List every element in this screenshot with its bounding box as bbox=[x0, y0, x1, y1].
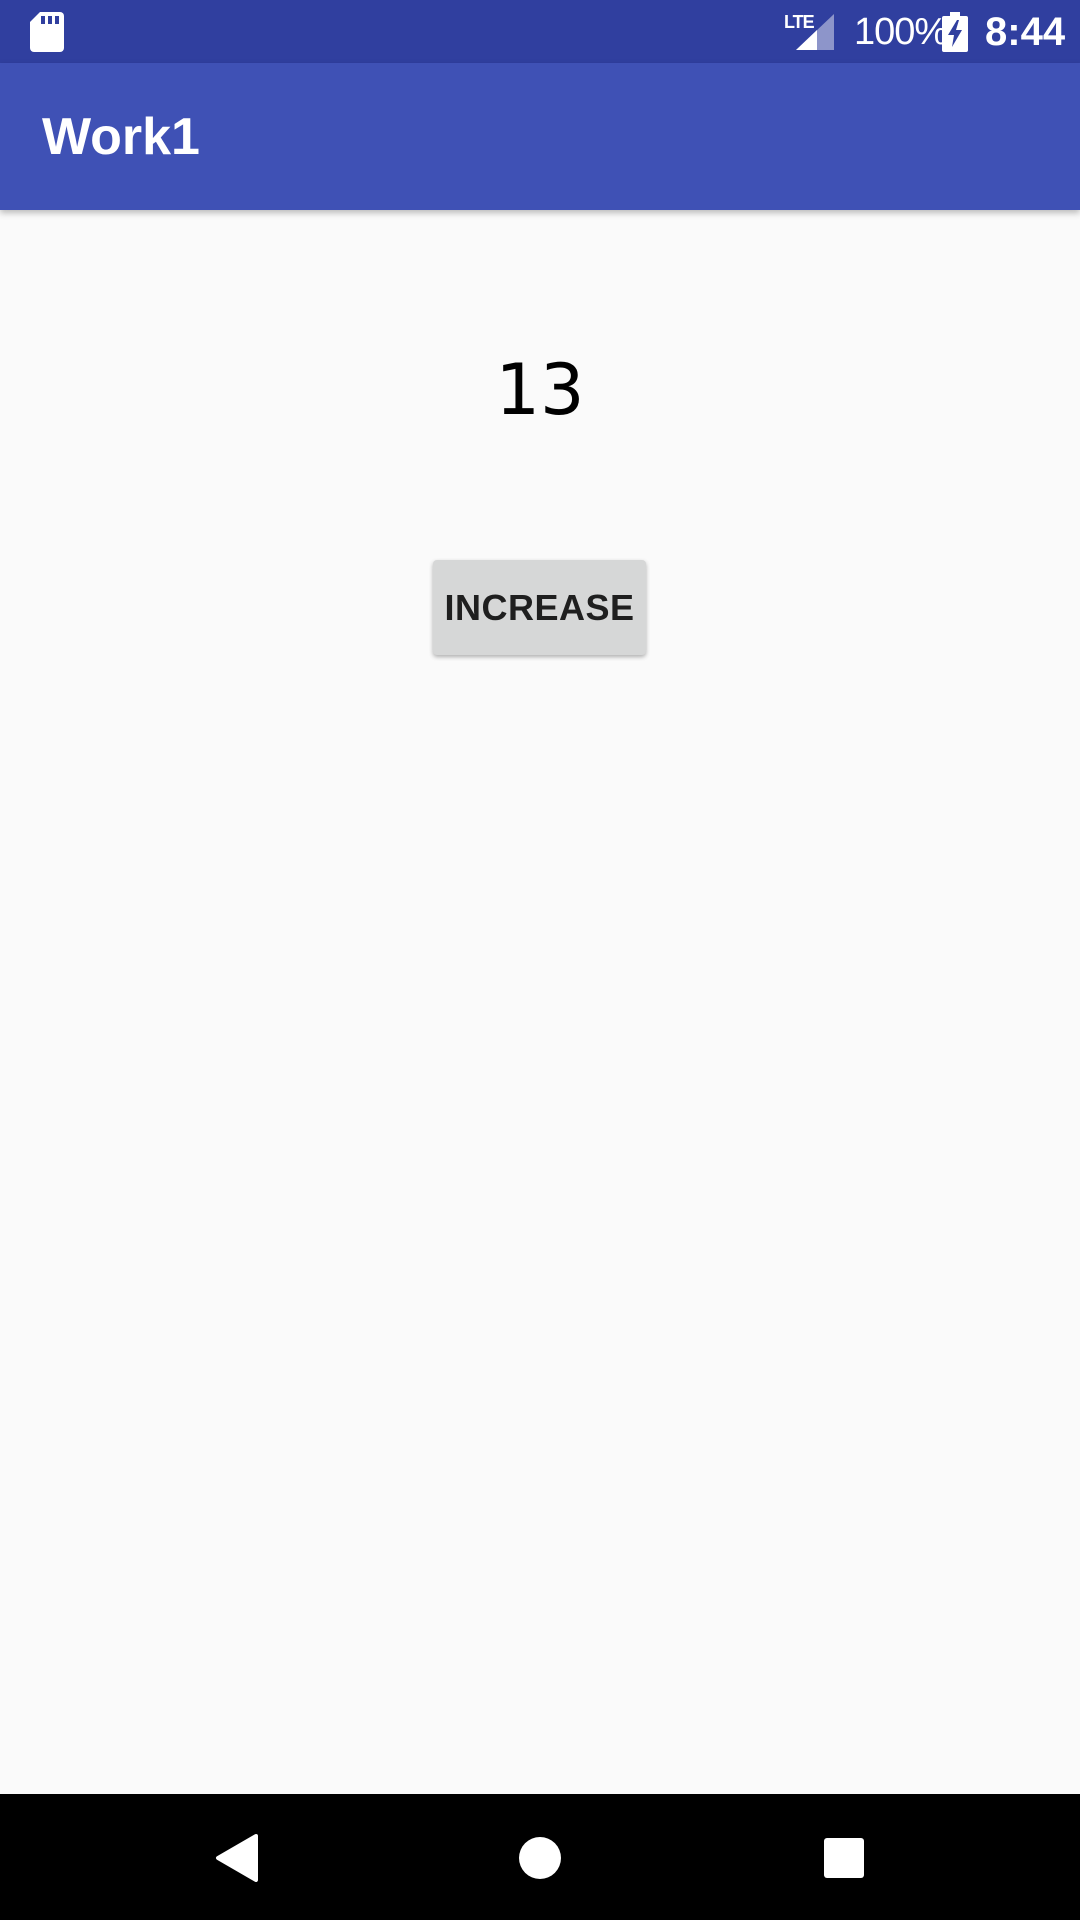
sd-card-icon bbox=[30, 12, 64, 52]
app-bar: Work1 bbox=[0, 63, 1080, 210]
signal-icon bbox=[796, 14, 834, 50]
app-title: Work1 bbox=[42, 108, 200, 166]
navigation-bar bbox=[0, 1794, 1080, 1920]
recent-apps-icon[interactable] bbox=[823, 1837, 865, 1879]
home-icon[interactable] bbox=[518, 1836, 562, 1880]
battery-charging-icon bbox=[942, 12, 968, 52]
back-icon[interactable] bbox=[214, 1834, 260, 1882]
status-bar: LTE 100% 8:44 bbox=[0, 0, 1080, 63]
clock: 8:44 bbox=[985, 10, 1066, 54]
battery-percent: 100% bbox=[854, 11, 948, 53]
increase-button[interactable]: INCREASE bbox=[433, 560, 646, 655]
counter-value: 13 bbox=[495, 349, 585, 431]
